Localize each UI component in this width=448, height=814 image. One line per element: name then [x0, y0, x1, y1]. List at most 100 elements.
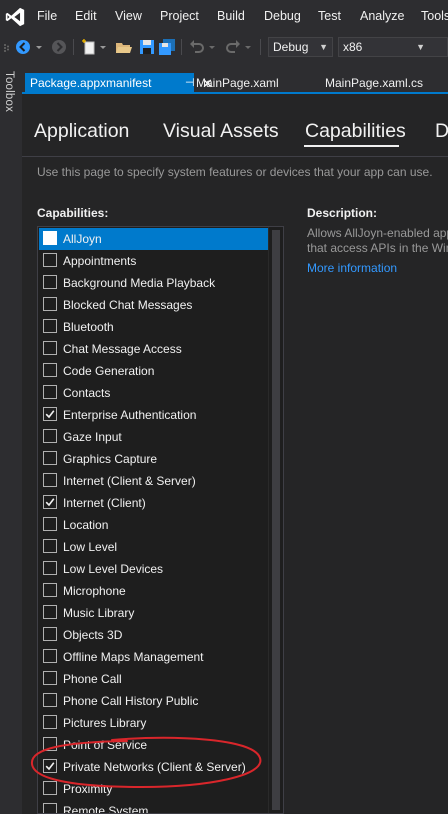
- checkbox[interactable]: [43, 539, 57, 553]
- save-icon[interactable]: [138, 38, 156, 56]
- capability-row-phone-call-history-public[interactable]: Phone Call History Public: [39, 690, 268, 712]
- checkbox[interactable]: [43, 517, 57, 531]
- checkbox[interactable]: [43, 473, 57, 487]
- solution-configuration-select[interactable]: Debug ▼: [268, 37, 333, 57]
- capability-row-microphone[interactable]: Microphone: [39, 580, 268, 602]
- solution-platform-value: x86: [343, 40, 363, 54]
- menu-file[interactable]: File: [37, 9, 57, 23]
- undo-dropdown-icon[interactable]: [207, 38, 217, 56]
- redo-icon[interactable]: [224, 38, 242, 56]
- checkbox[interactable]: [43, 275, 57, 289]
- checkbox[interactable]: [43, 253, 57, 267]
- menu-analyze[interactable]: Analyze: [360, 9, 404, 23]
- capability-row-code-generation[interactable]: Code Generation: [39, 360, 268, 382]
- capability-label: Background Media Playback: [63, 276, 216, 290]
- capability-row-background-media-playback[interactable]: Background Media Playback: [39, 272, 268, 294]
- undo-icon[interactable]: [188, 38, 206, 56]
- checkbox[interactable]: [43, 759, 57, 773]
- capability-label: Chat Message Access: [63, 342, 182, 356]
- checkbox[interactable]: [43, 605, 57, 619]
- save-all-icon[interactable]: [158, 38, 176, 56]
- back-icon[interactable]: [14, 38, 32, 56]
- capability-row-phone-call[interactable]: Phone Call: [39, 668, 268, 690]
- capability-row-blocked-chat-messages[interactable]: Blocked Chat Messages: [39, 294, 268, 316]
- menu-build[interactable]: Build: [217, 9, 245, 23]
- checkbox[interactable]: [43, 693, 57, 707]
- active-page-tab-underline: [304, 145, 399, 147]
- solution-platform-select[interactable]: x86 ▼: [338, 37, 448, 57]
- capability-row-music-library[interactable]: Music Library: [39, 602, 268, 624]
- checkbox[interactable]: [43, 781, 57, 795]
- checkbox[interactable]: [43, 803, 57, 813]
- capability-row-private-networks-client-server[interactable]: Private Networks (Client & Server): [39, 756, 268, 778]
- vertical-scrollbar[interactable]: [268, 227, 283, 813]
- scrollbar-thumb[interactable]: [272, 230, 280, 810]
- toolbox-tab[interactable]: Toolbox: [3, 71, 15, 112]
- checkbox[interactable]: [43, 627, 57, 641]
- checkbox[interactable]: [43, 649, 57, 663]
- menu-debug[interactable]: Debug: [264, 9, 301, 23]
- tab-declarations[interactable]: D: [435, 120, 448, 143]
- checkbox[interactable]: [43, 231, 57, 245]
- checkbox[interactable]: [43, 385, 57, 399]
- doc-tab-mainpage-xaml-cs[interactable]: MainPage.xaml.cs: [325, 73, 423, 94]
- capability-row-objects-3d[interactable]: Objects 3D: [39, 624, 268, 646]
- capability-row-gaze-input[interactable]: Gaze Input: [39, 426, 268, 448]
- new-project-dropdown-icon[interactable]: [98, 38, 108, 56]
- menu-edit[interactable]: Edit: [75, 9, 97, 23]
- capability-row-contacts[interactable]: Contacts: [39, 382, 268, 404]
- tab-application[interactable]: Application: [34, 120, 129, 143]
- checkbox[interactable]: [43, 429, 57, 443]
- capability-row-internet-client[interactable]: Internet (Client): [39, 492, 268, 514]
- menu-project[interactable]: Project: [160, 9, 199, 23]
- capability-row-low-level-devices[interactable]: Low Level Devices: [39, 558, 268, 580]
- capability-row-internet-client-server[interactable]: Internet (Client & Server): [39, 470, 268, 492]
- capability-row-pictures-library[interactable]: Pictures Library: [39, 712, 268, 734]
- new-project-icon[interactable]: [80, 38, 98, 56]
- checkbox[interactable]: [43, 341, 57, 355]
- redo-dropdown-icon[interactable]: [243, 38, 253, 56]
- capability-row-point-of-service[interactable]: Point of Service: [39, 734, 268, 756]
- capability-row-proximity[interactable]: Proximity: [39, 778, 268, 800]
- capability-row-low-level[interactable]: Low Level: [39, 536, 268, 558]
- back-dropdown-icon[interactable]: [34, 38, 44, 56]
- checkbox[interactable]: [43, 297, 57, 311]
- pin-icon[interactable]: ⊣: [185, 73, 195, 94]
- checkbox[interactable]: [43, 715, 57, 729]
- checkbox[interactable]: [43, 737, 57, 751]
- checkbox[interactable]: [43, 561, 57, 575]
- menu-tools[interactable]: Tools: [421, 9, 448, 23]
- more-information-link[interactable]: More information: [307, 261, 397, 275]
- toolbar-separator: [73, 39, 74, 55]
- checkbox[interactable]: [43, 671, 57, 685]
- checkbox[interactable]: [43, 319, 57, 333]
- capability-label: Location: [63, 518, 109, 532]
- doc-tab-mainpage-xaml[interactable]: MainPage.xaml: [196, 73, 279, 94]
- open-folder-icon[interactable]: [115, 38, 133, 56]
- tab-visual-assets[interactable]: Visual Assets: [163, 120, 279, 143]
- tab-capabilities[interactable]: Capabilities: [305, 120, 406, 143]
- checkbox[interactable]: [43, 363, 57, 377]
- capability-row-bluetooth[interactable]: Bluetooth: [39, 316, 268, 338]
- capabilities-list[interactable]: AllJoyn Appointments Background Media Play…: [37, 226, 284, 814]
- forward-icon[interactable]: [50, 38, 68, 56]
- capability-row-alljoyn[interactable]: AllJoyn: [39, 228, 268, 250]
- capability-row-appointments[interactable]: Appointments: [39, 250, 268, 272]
- capability-row-graphics-capture[interactable]: Graphics Capture: [39, 448, 268, 470]
- menu-view[interactable]: View: [115, 9, 142, 23]
- menu-test[interactable]: Test: [318, 9, 341, 23]
- capability-row-offline-maps-management[interactable]: Offline Maps Management: [39, 646, 268, 668]
- checkbox[interactable]: [43, 407, 57, 421]
- capability-label: Code Generation: [63, 364, 155, 378]
- capability-row-enterprise-authentication[interactable]: Enterprise Authentication: [39, 404, 268, 426]
- capabilities-heading: Capabilities:: [37, 206, 109, 220]
- doc-tab-package-appxmanifest[interactable]: Package.appxmanifest ⊣ ✕: [25, 73, 213, 94]
- checkbox[interactable]: [43, 583, 57, 597]
- capability-row-chat-message-access[interactable]: Chat Message Access: [39, 338, 268, 360]
- capability-label: Graphics Capture: [63, 452, 158, 466]
- checkbox[interactable]: [43, 451, 57, 465]
- capability-row-remote-system[interactable]: Remote System: [39, 800, 268, 813]
- page-hint: Use this page to specify system features…: [37, 165, 433, 179]
- capability-row-location[interactable]: Location: [39, 514, 268, 536]
- checkbox[interactable]: [43, 495, 57, 509]
